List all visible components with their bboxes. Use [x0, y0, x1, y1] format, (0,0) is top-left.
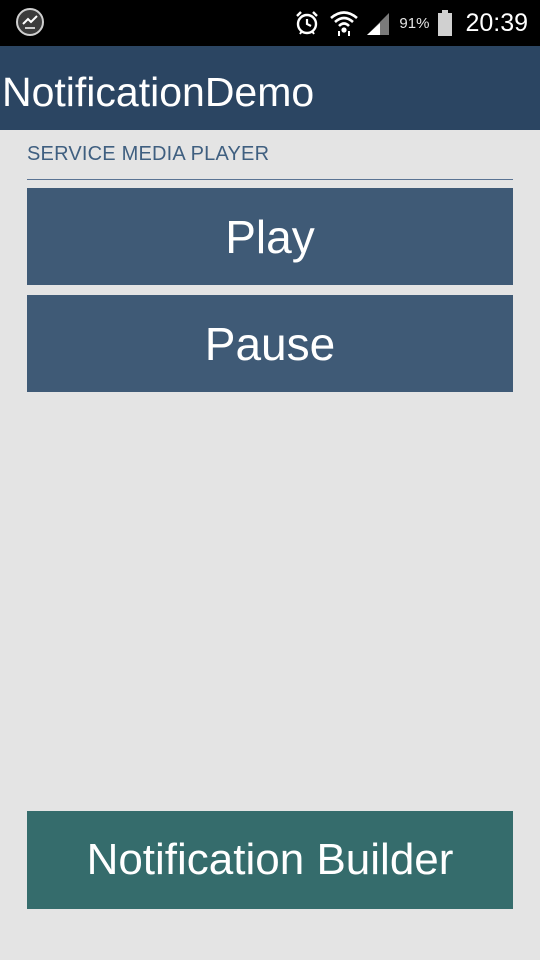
section-header: SERVICE MEDIA PLAYER: [27, 143, 270, 165]
play-button[interactable]: Play: [27, 188, 513, 285]
notification-builder-button[interactable]: Notification Builder: [27, 811, 513, 909]
clock: 20:39: [465, 8, 528, 37]
status-icons: 91% 20:39: [293, 0, 528, 46]
app-notification-icon: [16, 8, 44, 36]
section-divider: [27, 179, 513, 180]
pause-button[interactable]: Pause: [27, 295, 513, 392]
signal-icon: [367, 11, 391, 35]
wifi-icon: [329, 10, 359, 36]
app-title: NotificationDemo: [2, 69, 315, 115]
status-bar: 91% 20:39: [0, 0, 540, 46]
action-bar: NotificationDemo: [0, 46, 540, 130]
alarm-icon: [293, 9, 321, 37]
battery-percent: 91%: [399, 14, 430, 32]
battery-icon: [437, 10, 453, 36]
